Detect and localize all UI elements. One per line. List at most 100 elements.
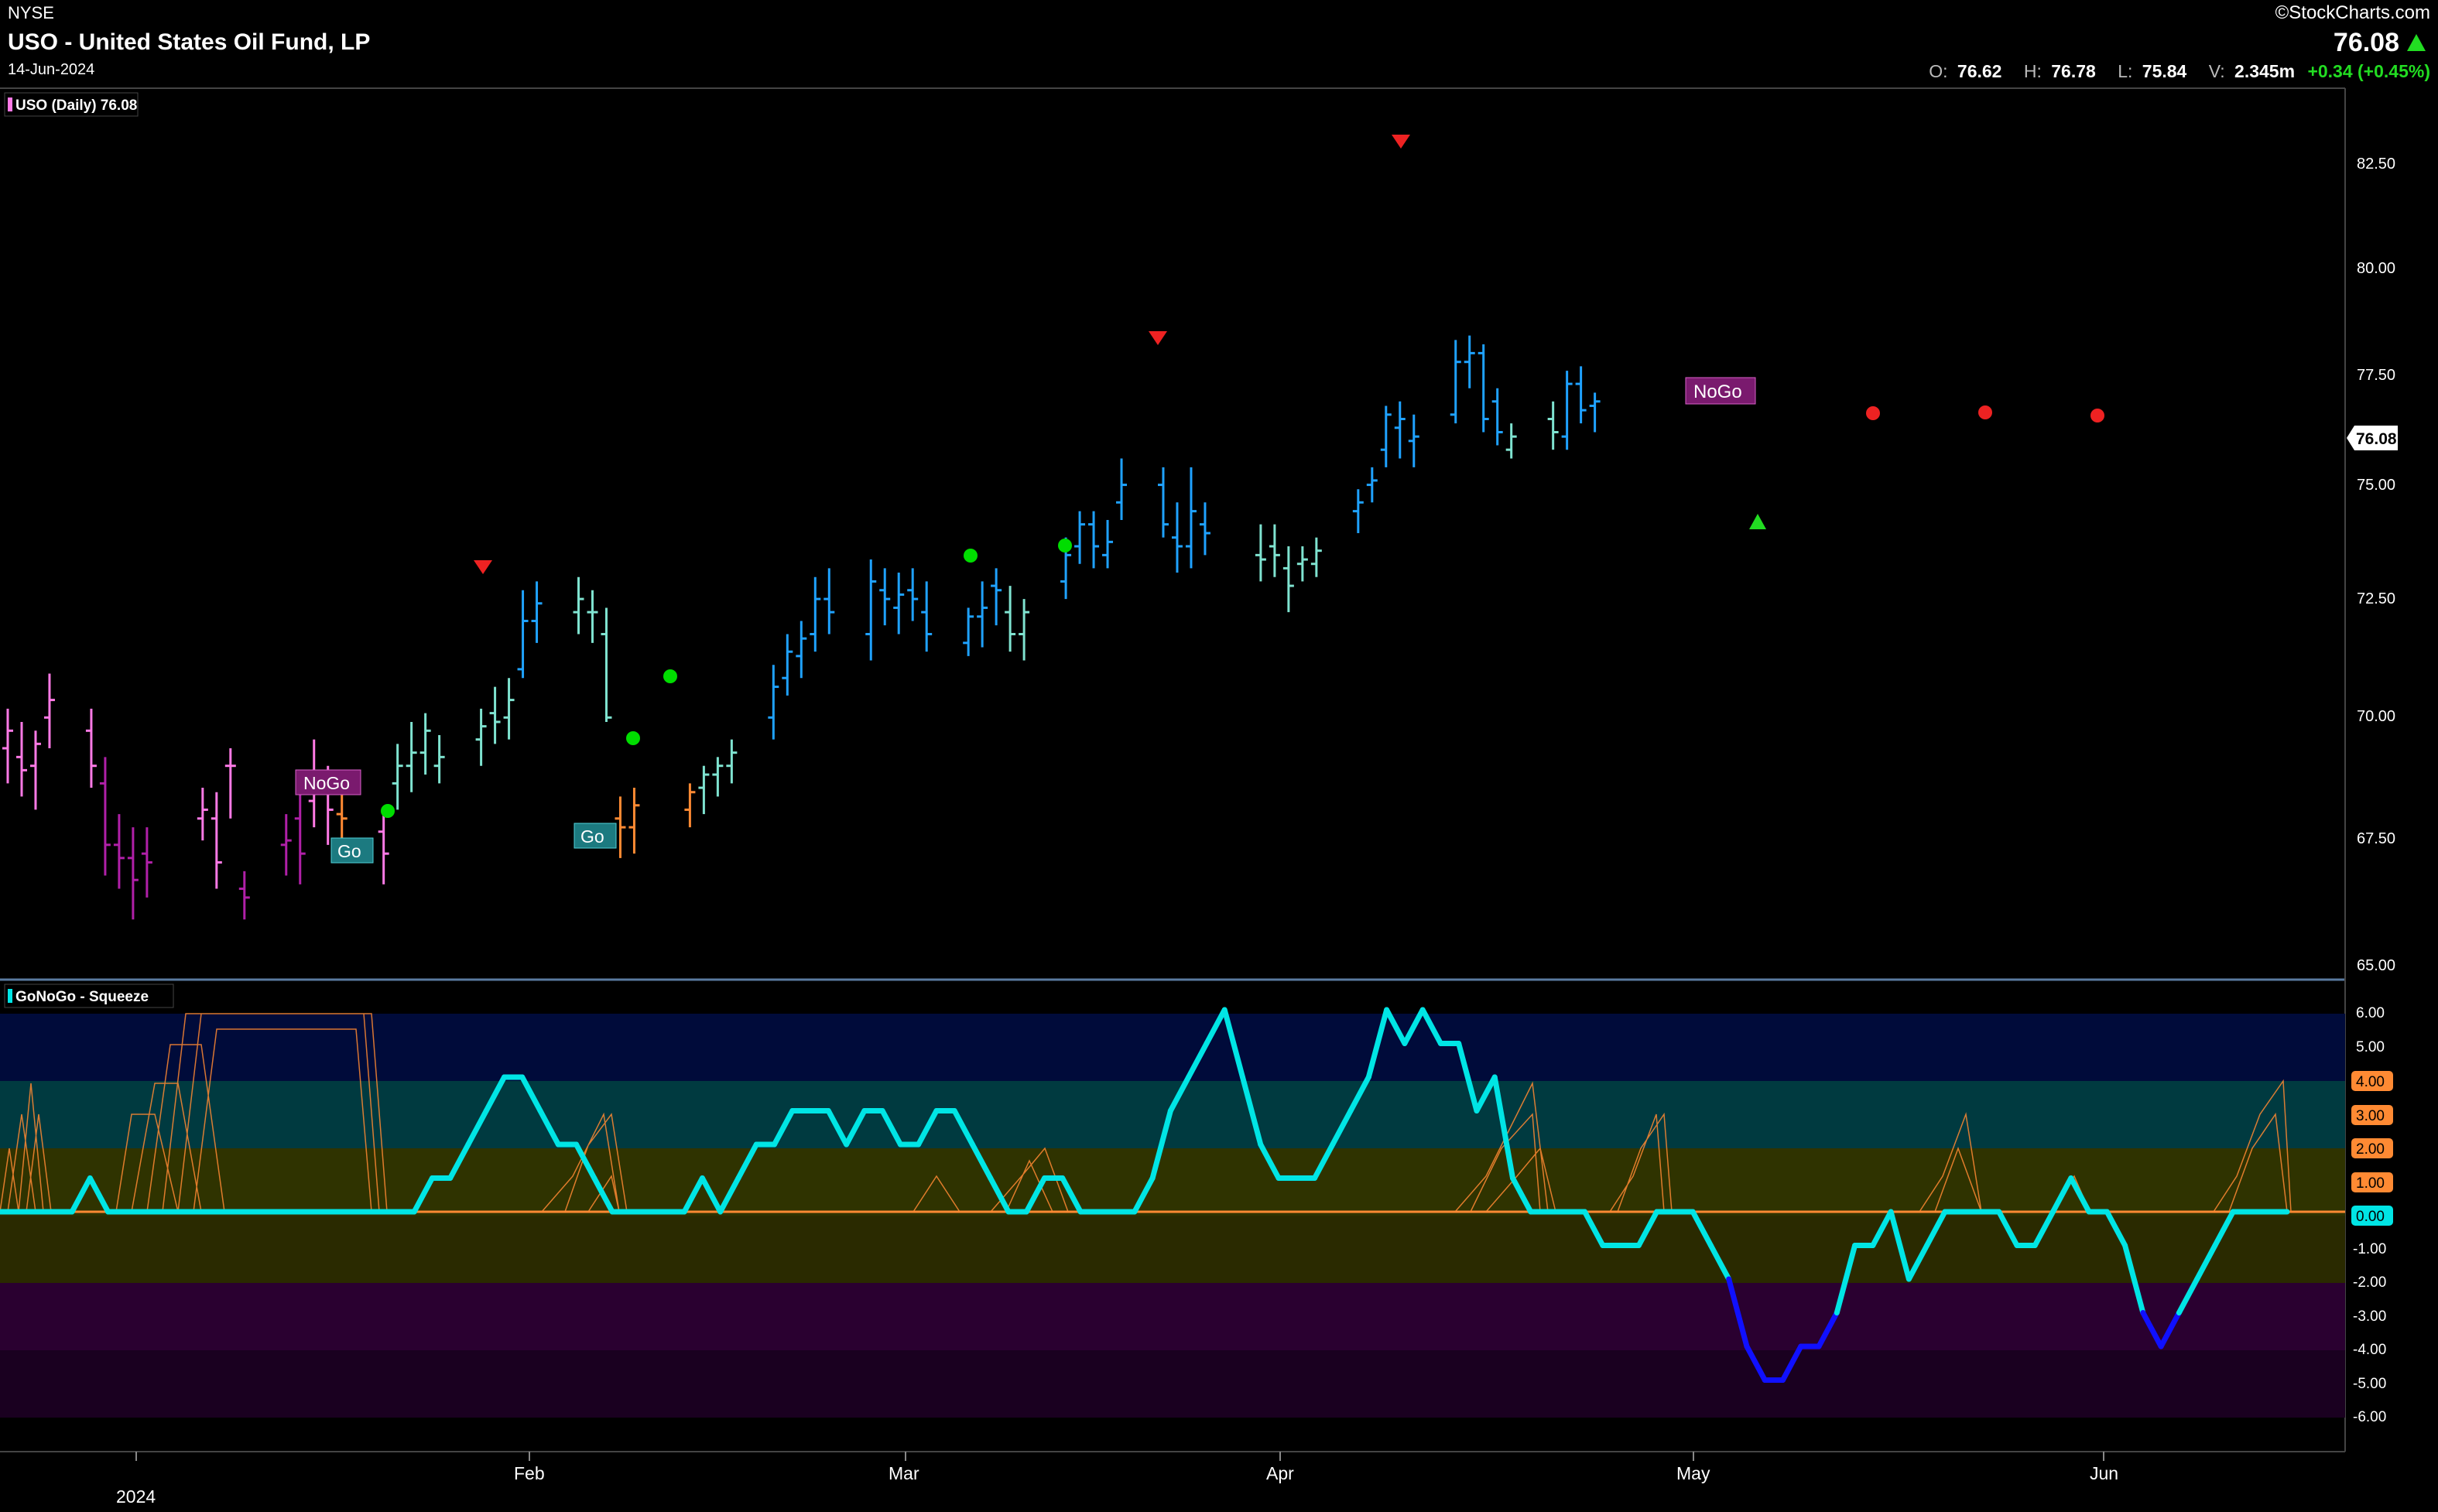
ohlc-readout: O: 76.62 H: 76.78 L: 75.84 V: 2.345m +0.… [1929,61,2430,81]
osc-tick-badge: 0.00 [2351,1206,2393,1226]
price-bar [1547,401,1559,450]
osc-tick: 6.00 [2356,1005,2385,1021]
price-tick: 77.50 [2357,367,2395,384]
price-bar [1561,371,1573,450]
go-dot [663,669,677,683]
last-price: 76.08 [2334,28,2399,57]
band-strong-go [0,1014,2345,1081]
price-bar [782,634,793,696]
osc-tick: 4.00 [2356,1074,2385,1090]
last-price-tag-text: 76.08 [2356,430,2397,448]
price-bar [628,788,640,854]
nogo-label: NoGo [1685,377,1756,405]
price-bar [503,678,515,740]
osc-tick: -6.00 [2353,1409,2386,1425]
price-bar [712,757,724,797]
price-bar [280,814,292,876]
price-bar [1116,458,1128,520]
chart-date: 14-Jun-2024 [8,61,94,78]
go-dot [626,731,640,745]
price-bar [1450,340,1461,424]
price-bar [921,581,933,652]
high-value: 76.78 [2051,61,2096,81]
price-tick: 70.00 [2357,708,2395,725]
volume-value: 2.345m [2234,61,2295,81]
low-value: 75.84 [2142,61,2187,81]
open-value: 76.62 [1957,61,2002,81]
price-bar [419,713,431,775]
price-bar [824,568,835,635]
price-tick: 82.50 [2357,156,2395,173]
price-bar [43,673,55,748]
osc-tick: 1.00 [2356,1175,2385,1192]
volume-label: V: [2209,61,2225,81]
down-triangle-icon [474,560,492,574]
price-bar [1589,392,1601,433]
brand-text: ©StockCharts.com [2275,2,2430,23]
nogo-dot [1978,405,1992,419]
price-bar [85,708,97,788]
up-triangle-icon [1749,514,1766,529]
price-legend: USO (Daily) 76.08 [4,92,139,117]
high-label: H: [2024,61,2042,81]
last-price-tag: 76.08 [2347,426,2398,450]
osc-tick: 2.00 [2356,1141,2385,1158]
price-bar [1255,524,1266,582]
price-bar [113,814,125,889]
go-dot [964,549,978,563]
osc-tick: 5.00 [2356,1039,2385,1055]
date-label: Mar [889,1463,919,1483]
osc-tick: -4.00 [2353,1342,2386,1358]
price-bar [1491,388,1503,446]
price-bar [294,792,306,884]
price-bar [197,788,208,841]
price-bar [1366,467,1378,503]
date-label: Apr [1266,1463,1294,1483]
price-bar [1185,467,1197,569]
band-nogo [0,1283,2345,1350]
price-bar [1575,366,1587,424]
price-bar [879,568,891,626]
price-bar [907,568,919,621]
price-bar [2,708,13,784]
price-bar [531,581,543,643]
price-bar [392,744,403,810]
price-bar [517,590,529,679]
date-label: 2024 [116,1486,156,1507]
go-label-text: Go [580,826,604,847]
go-label-text: Go [337,841,361,861]
price-bar [141,827,152,898]
price-bars [2,335,1601,920]
osc-tick: -1.00 [2353,1241,2386,1257]
price-bar [865,559,877,661]
price-bar [1505,423,1517,459]
price-bar [1282,546,1294,613]
price-tick: 67.50 [2357,830,2395,847]
osc-tick: -3.00 [2353,1308,2386,1325]
price-bar [15,721,27,797]
price-bar [1464,335,1475,388]
price-bar [29,730,41,810]
price-bar [211,792,222,889]
price-y-axis: 82.50 80.00 77.50 75.00 72.50 70.00 67.5… [2357,156,2395,974]
low-label: L: [2118,61,2132,81]
band-go [0,1081,2345,1148]
price-bar [489,686,501,744]
go-label: Go [330,837,374,864]
change-value: +0.34 (+0.45%) [2307,61,2430,81]
price-bar [433,734,445,784]
price-tick: 80.00 [2357,260,2395,277]
nogo-dot [1866,406,1880,420]
price-bar [1005,586,1016,652]
price-bar [1296,546,1308,582]
osc-tick-badge: 2.00 [2351,1138,2393,1158]
price-bar [1478,344,1489,433]
price-bar [127,827,139,920]
oscillator-legend-text: GoNoGo - Squeeze [15,989,149,1005]
price-bar [615,796,626,858]
price-bar [99,757,111,876]
price-bar [810,576,821,652]
price-bar [1408,414,1419,467]
osc-tick-badge: 4.00 [2351,1071,2393,1091]
price-bar [1157,467,1169,538]
